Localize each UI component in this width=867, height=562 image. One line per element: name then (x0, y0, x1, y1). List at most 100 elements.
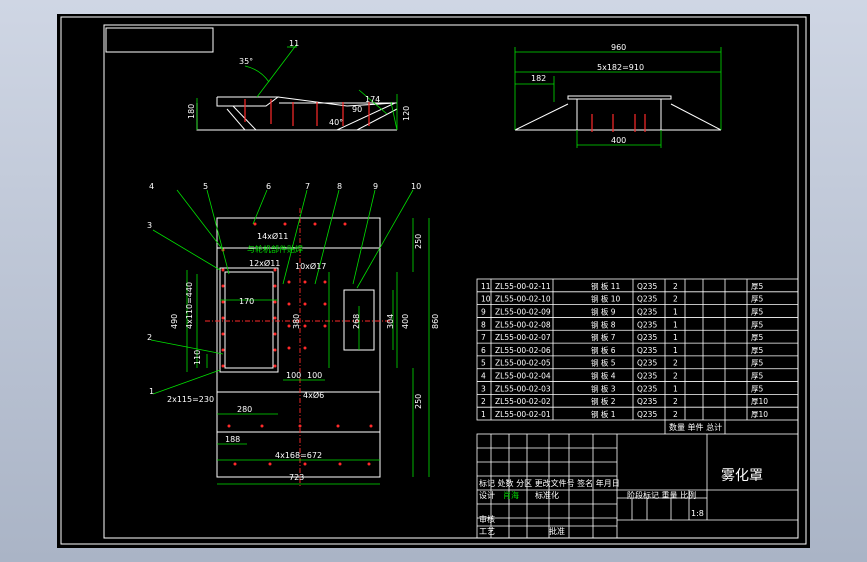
scale-value: 1:8 (691, 509, 704, 518)
bom-cell-note: 厚5 (751, 307, 763, 316)
bom-cell-mat: Q235 (637, 410, 657, 419)
bom-cell-name: 钢 板 10 (591, 294, 621, 304)
bom-cell-no: 3 (481, 384, 486, 393)
bom-cell-code: ZL55-00-02-05 (495, 359, 551, 368)
dim-960: 960 (611, 43, 626, 52)
bom-rows: 11 ZL55-00-02-11 钢 板 11 Q235 2 厚510 ZL55-00-02… (477, 281, 798, 419)
bom-cell-mat: Q235 (637, 359, 657, 368)
bom-cell-qty: 1 (673, 346, 678, 355)
outer-border (60, 16, 807, 545)
bom-cell-code: ZL55-00-02-01 (495, 410, 551, 419)
label-approve: 批准 (549, 526, 565, 536)
callout-7: 7 (305, 182, 310, 191)
bom-cell-name: 钢 板 11 (591, 281, 621, 291)
inner-border (103, 24, 799, 539)
bom-cell-no: 7 (481, 333, 486, 342)
angle-40: 40° (329, 118, 343, 127)
cad-drawing: 35° 11 180 174 90 40° 120 960 5x182=910 … (60, 16, 807, 545)
bom-cell-qty: 2 (673, 372, 678, 381)
bom-cell-code: ZL55-00-02-09 (495, 307, 551, 316)
bom-cell-name: 钢 板 7 (591, 332, 616, 342)
bom-cell-note: 厚5 (751, 333, 763, 342)
bom-cell-mat: Q235 (637, 397, 657, 406)
stage-weight-scale: 阶段标记 重量 比例 (627, 490, 696, 500)
bom-cell-no: 9 (481, 307, 486, 316)
bom-cell-note: 厚5 (751, 320, 763, 329)
dim-174: 174 (365, 95, 380, 104)
bom-cell-mat: Q235 (637, 372, 657, 381)
bom-cell-note: 厚5 (751, 384, 763, 393)
callout-9: 9 (373, 182, 378, 191)
plan-holes (221, 222, 373, 466)
designer-name: 肖海 (503, 490, 519, 500)
bom-cell-code: ZL55-00-02-08 (495, 320, 551, 329)
bom-cell-no: 6 (481, 346, 486, 355)
bom-cell-mat: Q235 (637, 346, 657, 355)
dim-120: 120 (402, 106, 411, 121)
front-view-right (514, 95, 722, 131)
bom-cell-note: 厚5 (751, 282, 763, 291)
dim-490: 490 (170, 314, 179, 329)
bom-cell-qty: 2 (673, 359, 678, 368)
bom-cell-code: ZL55-00-02-06 (495, 346, 551, 355)
bom-cell-no: 1 (481, 410, 486, 419)
callout-5: 5 (203, 182, 208, 191)
note-10-holes: 10xØ17 (295, 261, 326, 271)
bom-cell-mat: Q235 (637, 282, 657, 291)
callout-2: 2 (147, 333, 152, 342)
bom-cell-mat: Q235 (637, 307, 657, 316)
drawing-title: 雾化罩 (721, 468, 763, 484)
bom-cell-qty: 1 (673, 307, 678, 316)
bom-cell-note: 厚10 (751, 397, 768, 406)
dim-182: 182 (531, 74, 546, 83)
bom-cell-mat: Q235 (637, 384, 657, 393)
bom-cell-qty: 1 (673, 333, 678, 342)
bom-cell-no: 4 (481, 372, 486, 381)
bom-cell-code: ZL55-00-02-07 (495, 333, 551, 342)
drawing-canvas[interactable]: 35° 11 180 174 90 40° 120 960 5x182=910 … (57, 14, 810, 548)
bom-cell-code: ZL55-00-02-02 (495, 397, 551, 406)
bom-cell-code: ZL55-00-02-04 (495, 372, 551, 381)
label-review: 审核 (479, 514, 495, 524)
label-standard: 标准化 (535, 490, 559, 500)
side-view-left-dims (196, 43, 398, 131)
bom-cell-name: 钢 板 4 (591, 371, 616, 381)
bom-cell-qty: 2 (673, 295, 678, 304)
dim-5x182: 5x182=910 (597, 63, 644, 72)
label-process: 工艺 (479, 527, 495, 536)
note-weld: 与轮机部件贴焊 (247, 244, 303, 254)
dim-400: 400 (401, 314, 410, 329)
bom-cell-qty: 1 (673, 384, 678, 393)
bom-cell-qty: 1 (673, 320, 678, 329)
dim-170: 170 (239, 297, 254, 306)
bom-cell-code: ZL55-00-02-11 (495, 282, 551, 291)
bom-cell-qty: 2 (673, 282, 678, 291)
callout-4: 4 (149, 182, 154, 191)
stamp-box (105, 27, 214, 53)
callout-1: 1 (149, 387, 154, 396)
plan-dims (150, 189, 430, 485)
callout-8: 8 (337, 182, 342, 191)
callout-3: 3 (147, 221, 152, 230)
dim-100a: 100 (286, 371, 301, 380)
bom-cell-no: 10 (481, 295, 491, 304)
bom-cell-name: 钢 板 3 (591, 383, 616, 393)
bom-cell-no: 11 (481, 282, 491, 291)
label-design: 设计 (479, 490, 495, 500)
title-header-row: 标记 处数 分区 更改文件号 签名 年月日 (479, 478, 620, 488)
dim-440: 4x110=440 (185, 282, 194, 329)
bom-cell-note: 厚5 (751, 295, 763, 304)
bom-cell-code: ZL55-00-02-03 (495, 384, 551, 393)
dim-188: 188 (225, 435, 240, 444)
bom-footer: 数量 单件 总计 (669, 422, 722, 432)
plan-view (216, 217, 381, 478)
dim-380: 380 (292, 314, 301, 329)
dim-250a: 250 (414, 234, 423, 249)
bom-cell-note: 厚5 (751, 372, 763, 381)
dim-230: 2x115=230 (167, 395, 214, 404)
note-4-holes: 4xØ6 (303, 390, 324, 400)
bom-cell-name: 钢 板 2 (591, 396, 616, 406)
note-12-holes: 12xØ11 (249, 258, 280, 268)
bom-cell-note: 厚5 (751, 346, 763, 355)
note-14-holes: 14xØ11 (257, 231, 288, 241)
